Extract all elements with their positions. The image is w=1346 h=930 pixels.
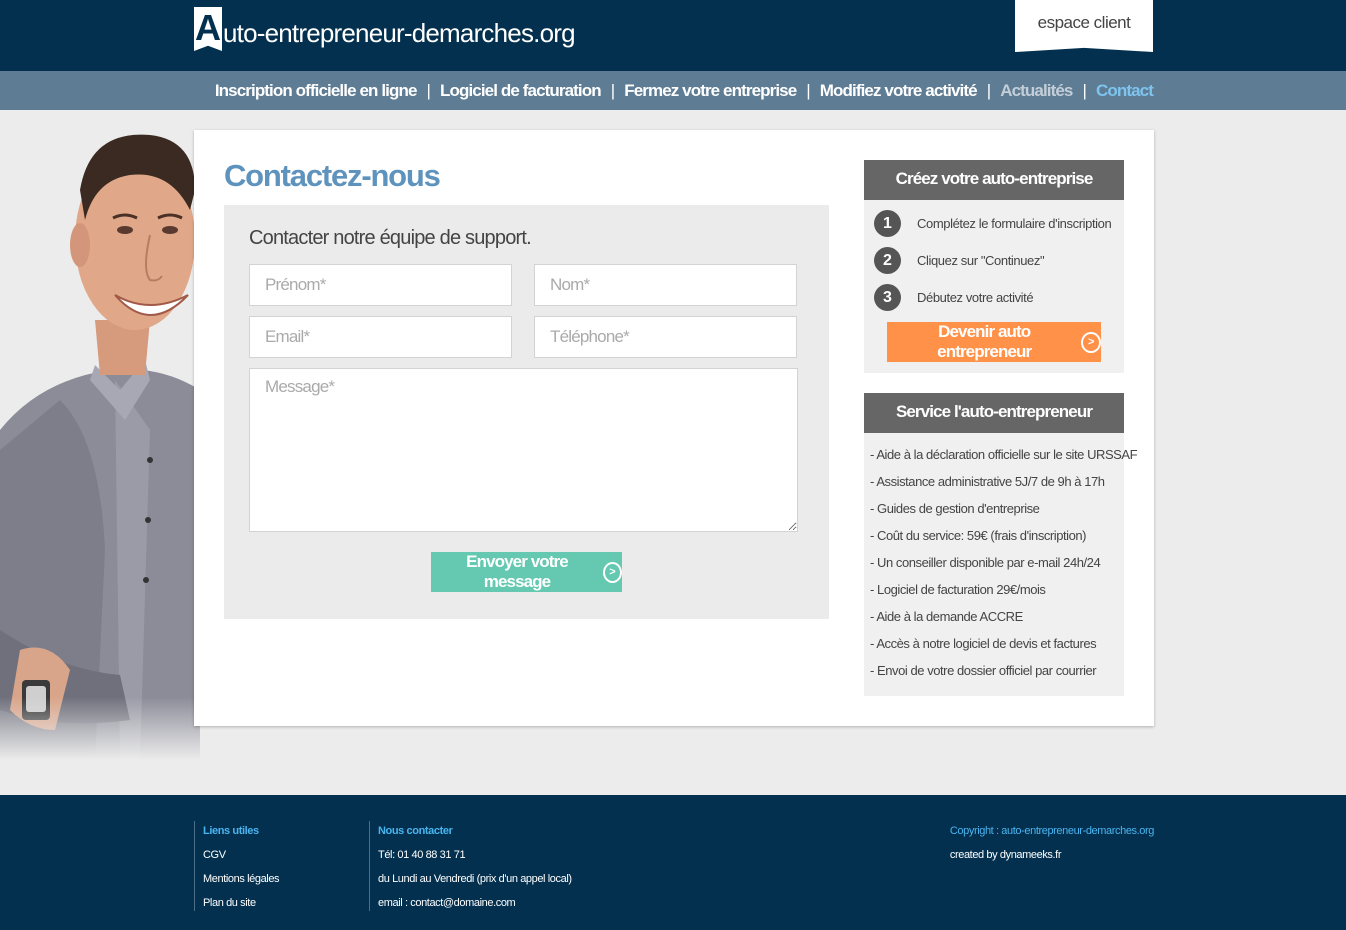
step-number-badge: 3: [874, 284, 901, 311]
logo-letter-badge: A: [194, 7, 222, 51]
step-text: Cliquez sur "Continuez": [917, 253, 1045, 268]
nav-separator: |: [986, 80, 991, 100]
become-entrepreneur-label: Devenir auto entrepreneur: [937, 322, 1032, 361]
step-text: Complétez le formulaire d'inscription: [917, 216, 1112, 231]
footer-contact-column: Nous contacter Tél: 01 40 88 31 71 du Lu…: [369, 821, 572, 911]
firstname-input[interactable]: [249, 264, 512, 306]
step-item: 3 Débutez votre activité: [874, 284, 1034, 311]
logo-text: uto-entrepreneur-demarches.org: [223, 18, 576, 48]
nav-contact[interactable]: Contact: [1096, 81, 1154, 101]
step-number-badge: 2: [874, 247, 901, 274]
service-item: - Envoi de votre dossier officiel par co…: [870, 663, 1097, 678]
service-item: - Aide à la demande ACCRE: [870, 609, 1023, 624]
nav-inscription[interactable]: Inscription officielle en ligne: [215, 81, 418, 101]
footer-hours: du Lundi au Vendredi (prix d'un appel lo…: [378, 873, 572, 885]
create-business-panel: Créez votre auto-entreprise 1 Complétez …: [864, 160, 1124, 373]
main-nav-bar: Inscription officielle en ligne | Logici…: [0, 71, 1346, 110]
service-item: - Aide à la déclaration officielle sur l…: [870, 447, 1138, 462]
service-item: - Un conseiller disponible par e-mail 24…: [870, 555, 1101, 570]
footer-copyright-block: Copyright : auto-entrepreneur-demarches.…: [949, 821, 1155, 869]
nav-separator: |: [426, 80, 431, 100]
nav-actualites[interactable]: Actualités: [1000, 81, 1073, 101]
service-item: - Assistance administrative 5J/7 de 9h à…: [870, 474, 1105, 489]
lastname-input[interactable]: [534, 264, 797, 306]
nav-logiciel-facturation[interactable]: Logiciel de facturation: [440, 81, 602, 101]
footer-phone: Tél: 01 40 88 31 71: [378, 849, 466, 861]
step-item: 1 Complétez le formulaire d'inscription: [874, 210, 1112, 237]
step-number-badge: 1: [874, 210, 901, 237]
footer-link-plan-du-site[interactable]: Plan du site: [203, 897, 256, 909]
nav-fermez-entreprise[interactable]: Fermez votre entreprise: [624, 81, 797, 101]
message-textarea[interactable]: [249, 368, 798, 532]
footer-created-by: created by dynameeks.fr: [949, 849, 1062, 861]
page-title: Contactez-nous: [224, 158, 441, 193]
espace-client-button[interactable]: espace client: [1015, 0, 1153, 52]
service-item: - Accès à notre logiciel de devis et fac…: [870, 636, 1097, 651]
email-input[interactable]: [249, 316, 512, 358]
header-bar: A uto-entrepreneur-demarches.org espace …: [0, 0, 1346, 71]
site-footer: Liens utiles CGV Mentions légales Plan d…: [0, 795, 1346, 930]
contact-form: Contacter notre équipe de support. Envoy…: [224, 205, 829, 619]
create-business-title: Créez votre auto-entreprise: [864, 160, 1124, 200]
footer-email: email : contact@domaine.com: [378, 897, 516, 909]
footer-copyright: Copyright : auto-entrepreneur-demarches.…: [949, 825, 1155, 837]
footer-link-cgv[interactable]: CGV: [203, 849, 226, 861]
service-item: - Logiciel de facturation 29€/mois: [870, 582, 1046, 597]
arrow-right-icon: >: [602, 561, 622, 583]
site-logo[interactable]: A uto-entrepreneur-demarches.org: [194, 7, 576, 51]
send-message-label: Envoyer votre message: [466, 552, 569, 591]
nav-separator: |: [610, 80, 615, 100]
footer-contact-title: Nous contacter: [378, 825, 453, 837]
footer-links-column: Liens utiles CGV Mentions légales Plan d…: [194, 821, 280, 911]
footer-link-mentions-legales[interactable]: Mentions légales: [203, 873, 280, 885]
service-list: - Aide à la déclaration officielle sur l…: [864, 433, 1138, 688]
nav-separator: |: [1082, 80, 1087, 100]
support-person-photo: [0, 130, 200, 760]
send-message-button[interactable]: Envoyer votre message >: [431, 552, 622, 592]
footer-links-title: Liens utiles: [203, 825, 259, 837]
phone-input[interactable]: [534, 316, 797, 358]
form-heading: Contacter notre équipe de support.: [249, 227, 532, 249]
main-nav: Inscription officielle en ligne | Logici…: [215, 71, 1154, 110]
service-item: - Coût du service: 59€ (frais d'inscript…: [870, 528, 1087, 543]
step-item: 2 Cliquez sur "Continuez": [874, 247, 1045, 274]
service-title: Service l'auto-entrepreneur: [864, 393, 1124, 433]
become-entrepreneur-button[interactable]: Devenir auto entrepreneur >: [887, 322, 1101, 362]
arrow-right-icon: >: [1081, 331, 1101, 353]
step-text: Débutez votre activité: [917, 290, 1034, 305]
nav-separator: |: [806, 80, 810, 100]
service-panel: Service l'auto-entrepreneur - Aide à la …: [864, 393, 1138, 696]
nav-modifiez-activite[interactable]: Modifiez votre activité: [820, 81, 978, 101]
content-card: Contactez-nous Contacter notre équipe de…: [194, 130, 1154, 726]
service-item: - Guides de gestion d'entreprise: [870, 501, 1040, 516]
